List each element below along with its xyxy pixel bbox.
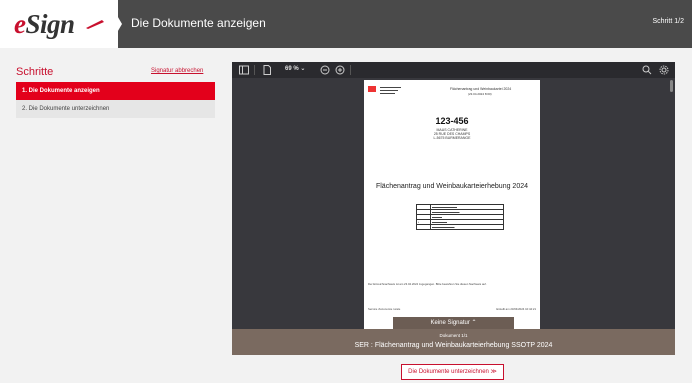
- sign-documents-button[interactable]: Die Dokumente unterzeichnen ≫: [401, 364, 504, 380]
- gear-icon[interactable]: [659, 65, 669, 75]
- document-title: Flächenantrag und Weinbaukarteierhebung …: [375, 183, 529, 190]
- toolbar-divider: [350, 65, 351, 75]
- signature-toggle[interactable]: Keine Signatur ⌃: [393, 317, 514, 329]
- document-footer-text: Der Einreichnachweis ist am 23.04.2024 z…: [368, 282, 487, 286]
- luxembourg-lion-logo: [368, 86, 376, 92]
- document-name: SER : Flächenantrag und Weinbaukarteierh…: [354, 342, 553, 349]
- zoom-in-icon[interactable]: [335, 65, 345, 75]
- zoom-level[interactable]: 69 % ⌄: [285, 65, 305, 72]
- page-letterhead: ▬▬▬▬▬▬▬ ▬▬▬▬▬▬ ▬▬▬▬▬: [380, 85, 401, 95]
- pdf-viewer: 69 % ⌄ ▬▬▬▬▬▬▬ ▬▬▬▬▬▬ ▬▬▬▬▬ Flächenantrag …: [232, 62, 675, 355]
- step-item-sign-documents[interactable]: 2. Die Dokumente unterzeichnen: [16, 100, 215, 118]
- document-info-bar: Dokument 1/1 SER : Flächenantrag und Wei…: [232, 329, 675, 355]
- sidebar-toggle-icon[interactable]: [239, 65, 249, 75]
- document-table: ▬▬▬▬▬▬▬▬▬▬ ▬▬▬▬▬▬▬▬▬▬▬ ▬▬▬▬ ▪ ▬▬▬▬▬▬ ▬▬▬▬…: [416, 204, 504, 230]
- document-footer-right: Erstellt am 23/04/2024 10:44:21: [496, 307, 536, 311]
- zoom-out-icon[interactable]: [320, 65, 330, 75]
- viewer-toolbar: 69 % ⌄: [232, 62, 675, 78]
- viewer-scrollbar[interactable]: [670, 80, 673, 92]
- logo-area: eSign: [0, 0, 118, 48]
- step-counter: Schritt 1/2: [652, 18, 684, 25]
- step-item-view-documents[interactable]: 1. Die Dokumente anzeigen: [16, 82, 215, 100]
- page-header-text: Flächenantrag und Weinbaukartei 2024: [450, 87, 512, 91]
- top-bar: eSign Die Dokumente anzeigen Schritt 1/2: [0, 0, 692, 48]
- search-icon[interactable]: [642, 65, 652, 75]
- document-icon[interactable]: [262, 65, 272, 75]
- applicant-number: 123-456: [435, 116, 469, 126]
- page-header-sub: (23.04.2024 8:00): [468, 92, 492, 96]
- header-chevron: [108, 0, 122, 48]
- steps-title: Schritte: [16, 66, 54, 78]
- toolbar-divider: [254, 65, 255, 75]
- esign-logo: eSign: [14, 9, 75, 39]
- page-title: Die Dokumente anzeigen: [131, 16, 266, 30]
- document-page: ▬▬▬▬▬▬▬ ▬▬▬▬▬▬ ▬▬▬▬▬ Flächenantrag und Wei…: [364, 80, 540, 330]
- pen-icon: [86, 20, 104, 29]
- document-counter: Dokument 1/1: [439, 333, 468, 338]
- abort-signature-link[interactable]: Signatur abbrechen: [151, 68, 203, 74]
- address-line: L-5675 BURMERANGE: [433, 136, 471, 140]
